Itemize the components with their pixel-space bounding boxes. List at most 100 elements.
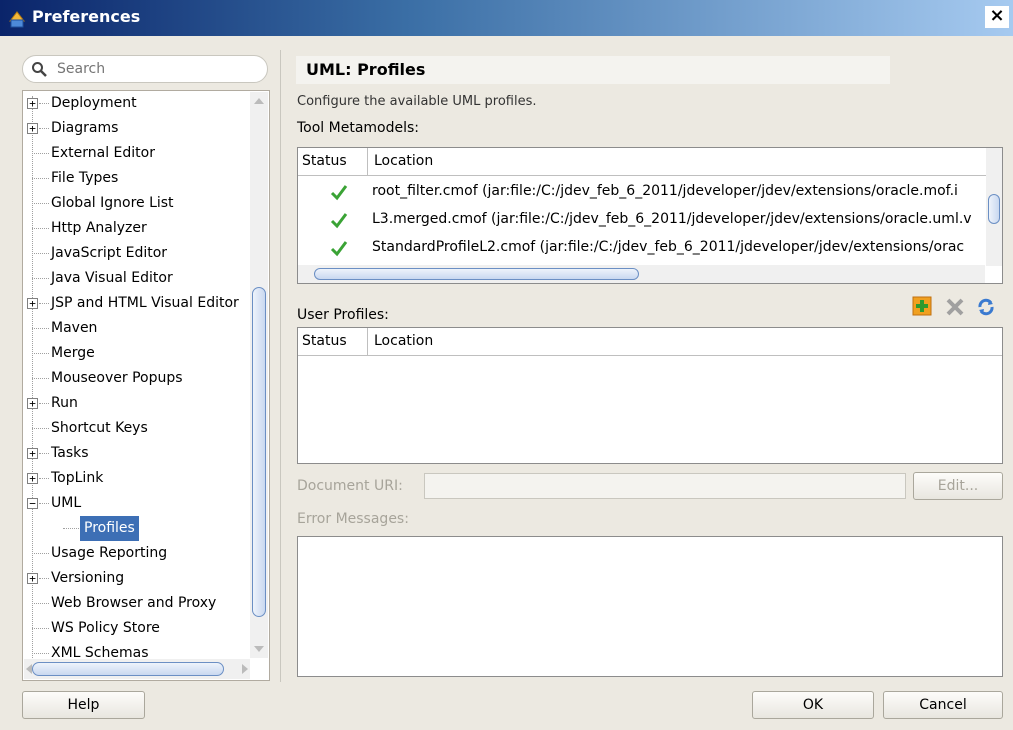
window-title: Preferences bbox=[32, 7, 141, 26]
tree-item-profiles[interactable]: Profiles bbox=[23, 516, 251, 541]
panel-divider[interactable] bbox=[280, 50, 281, 682]
tree-item-label: Usage Reporting bbox=[51, 545, 168, 561]
expand-icon[interactable]: + bbox=[27, 398, 38, 409]
tree-item-tasks[interactable]: + Tasks bbox=[23, 441, 251, 466]
expand-icon[interactable]: + bbox=[27, 123, 38, 134]
tree-item-usage-reporting[interactable]: Usage Reporting bbox=[23, 541, 251, 566]
tree-vertical-scrollbar[interactable] bbox=[250, 92, 268, 658]
scroll-thumb[interactable] bbox=[314, 268, 639, 280]
tree-item-external-editor[interactable]: External Editor bbox=[23, 141, 251, 166]
location-cell: L3.merged.cmof (jar:file:/C:/jdev_feb_6_… bbox=[372, 211, 972, 227]
tree-item-shortcut-keys[interactable]: Shortcut Keys bbox=[23, 416, 251, 441]
expand-icon[interactable]: + bbox=[27, 473, 38, 484]
tree-item-label: Diagrams bbox=[51, 120, 119, 136]
search-input[interactable] bbox=[55, 60, 255, 78]
location-cell: root_filter.cmof (jar:file:/C:/jdev_feb_… bbox=[372, 183, 958, 199]
expand-icon[interactable]: + bbox=[27, 98, 38, 109]
tree-item-ws-policy-store[interactable]: WS Policy Store bbox=[23, 616, 251, 641]
expand-icon[interactable]: + bbox=[27, 573, 38, 584]
scroll-thumb[interactable] bbox=[988, 194, 1000, 224]
tree-item-javascript-editor[interactable]: JavaScript Editor bbox=[23, 241, 251, 266]
ok-button[interactable]: OK bbox=[752, 691, 874, 719]
table-header: Status Location bbox=[298, 328, 1002, 356]
tree-item-java-visual-editor[interactable]: Java Visual Editor bbox=[23, 266, 251, 291]
scroll-thumb[interactable] bbox=[252, 287, 266, 617]
table-row[interactable]: L3.merged.cmof (jar:file:/C:/jdev_feb_6_… bbox=[298, 206, 1002, 234]
collapse-icon[interactable]: − bbox=[27, 498, 38, 509]
tree-item-label: Profiles bbox=[80, 516, 139, 541]
scroll-right-icon[interactable] bbox=[242, 664, 248, 674]
location-cell: StandardProfileL2.cmof (jar:file:/C:/jde… bbox=[372, 239, 965, 255]
tree-item-label: UML bbox=[51, 495, 82, 511]
tree-item-label: Run bbox=[51, 395, 78, 411]
tool-metamodels-table[interactable]: Status Location root_filter.cmof (jar:fi… bbox=[297, 147, 1003, 284]
tree-item-label: Http Analyzer bbox=[51, 220, 147, 236]
tree-item-diagrams[interactable]: + Diagrams bbox=[23, 116, 251, 141]
table-row[interactable]: root_filter.cmof (jar:file:/C:/jdev_feb_… bbox=[298, 178, 1002, 206]
remove-x-icon[interactable] bbox=[945, 297, 965, 317]
tree-item-mouseover-popups[interactable]: Mouseover Popups bbox=[23, 366, 251, 391]
close-button[interactable]: × bbox=[985, 6, 1009, 28]
table-horizontal-scrollbar[interactable] bbox=[298, 265, 985, 283]
tree-item-global-ignore-list[interactable]: Global Ignore List bbox=[23, 191, 251, 216]
tree-item-http-analyzer[interactable]: Http Analyzer bbox=[23, 216, 251, 241]
tool-metamodels-label: Tool Metamodels: bbox=[297, 120, 420, 136]
tree-item-maven[interactable]: Maven bbox=[23, 316, 251, 341]
column-status[interactable]: Status bbox=[302, 333, 347, 349]
tree-item-label: Deployment bbox=[51, 95, 137, 111]
tree-item-label: File Types bbox=[51, 170, 119, 186]
document-uri-label: Document URI: bbox=[297, 478, 403, 494]
expand-icon[interactable]: + bbox=[27, 448, 38, 459]
tree-item-label: WS Policy Store bbox=[51, 620, 160, 636]
tree-horizontal-scrollbar[interactable] bbox=[24, 659, 250, 679]
column-status[interactable]: Status bbox=[302, 153, 347, 169]
tree-item-label: Shortcut Keys bbox=[51, 420, 148, 436]
check-icon bbox=[330, 241, 348, 257]
search-icon bbox=[32, 62, 47, 77]
search-box[interactable] bbox=[22, 55, 268, 83]
scroll-up-icon[interactable] bbox=[254, 98, 264, 104]
tree-item-uml[interactable]: − UML bbox=[23, 491, 251, 516]
edit-button[interactable]: Edit... bbox=[913, 472, 1003, 500]
refresh-icon[interactable] bbox=[976, 297, 996, 317]
error-messages-label: Error Messages: bbox=[297, 511, 409, 527]
tree-item-label: JavaScript Editor bbox=[51, 245, 168, 261]
tree-item-web-browser-proxy[interactable]: Web Browser and Proxy bbox=[23, 591, 251, 616]
user-profiles-table[interactable]: Status Location bbox=[297, 327, 1003, 464]
expand-icon[interactable]: + bbox=[27, 298, 38, 309]
tree-item-file-types[interactable]: File Types bbox=[23, 166, 251, 191]
tree-item-label: Mouseover Popups bbox=[51, 370, 183, 386]
add-plus-icon[interactable] bbox=[912, 296, 932, 316]
scroll-thumb[interactable] bbox=[32, 662, 224, 676]
tree-item-run[interactable]: + Run bbox=[23, 391, 251, 416]
tree-item-versioning[interactable]: + Versioning bbox=[23, 566, 251, 591]
check-icon bbox=[330, 213, 348, 229]
tree-item-label: Tasks bbox=[51, 445, 89, 461]
tree-item-deployment[interactable]: + Deployment bbox=[23, 91, 251, 116]
user-profiles-label: User Profiles: bbox=[297, 307, 389, 323]
tree-item-label: Global Ignore List bbox=[51, 195, 174, 211]
tree-item-label: External Editor bbox=[51, 145, 155, 161]
left-panel: + Deployment + Diagrams External Editor … bbox=[22, 55, 274, 681]
tree-item-merge[interactable]: Merge bbox=[23, 341, 251, 366]
cancel-button[interactable]: Cancel bbox=[883, 691, 1003, 719]
document-uri-field[interactable] bbox=[424, 473, 906, 499]
error-messages-area[interactable] bbox=[297, 536, 1003, 677]
tree-item-toplink[interactable]: + TopLink bbox=[23, 466, 251, 491]
table-vertical-scrollbar[interactable] bbox=[986, 148, 1002, 266]
table-row[interactable]: StandardProfileL2.cmof (jar:file:/C:/jde… bbox=[298, 234, 1002, 262]
table-header: Status Location bbox=[298, 148, 1002, 176]
column-location[interactable]: Location bbox=[374, 333, 433, 349]
scroll-down-icon[interactable] bbox=[254, 646, 264, 652]
title-bar: Preferences × bbox=[0, 0, 1013, 36]
column-location[interactable]: Location bbox=[374, 153, 433, 169]
help-button[interactable]: Help bbox=[22, 691, 145, 719]
tree-item-label: Merge bbox=[51, 345, 95, 361]
page-title: UML: Profiles bbox=[296, 56, 890, 84]
preferences-tree: + Deployment + Diagrams External Editor … bbox=[22, 90, 270, 681]
page-description: Configure the available UML profiles. bbox=[297, 94, 537, 109]
tree-item-label: TopLink bbox=[51, 470, 104, 486]
tree-item-label: Java Visual Editor bbox=[51, 270, 173, 286]
check-icon bbox=[330, 185, 348, 201]
tree-item-jsp-html-visual-editor[interactable]: + JSP and HTML Visual Editor bbox=[23, 291, 251, 316]
